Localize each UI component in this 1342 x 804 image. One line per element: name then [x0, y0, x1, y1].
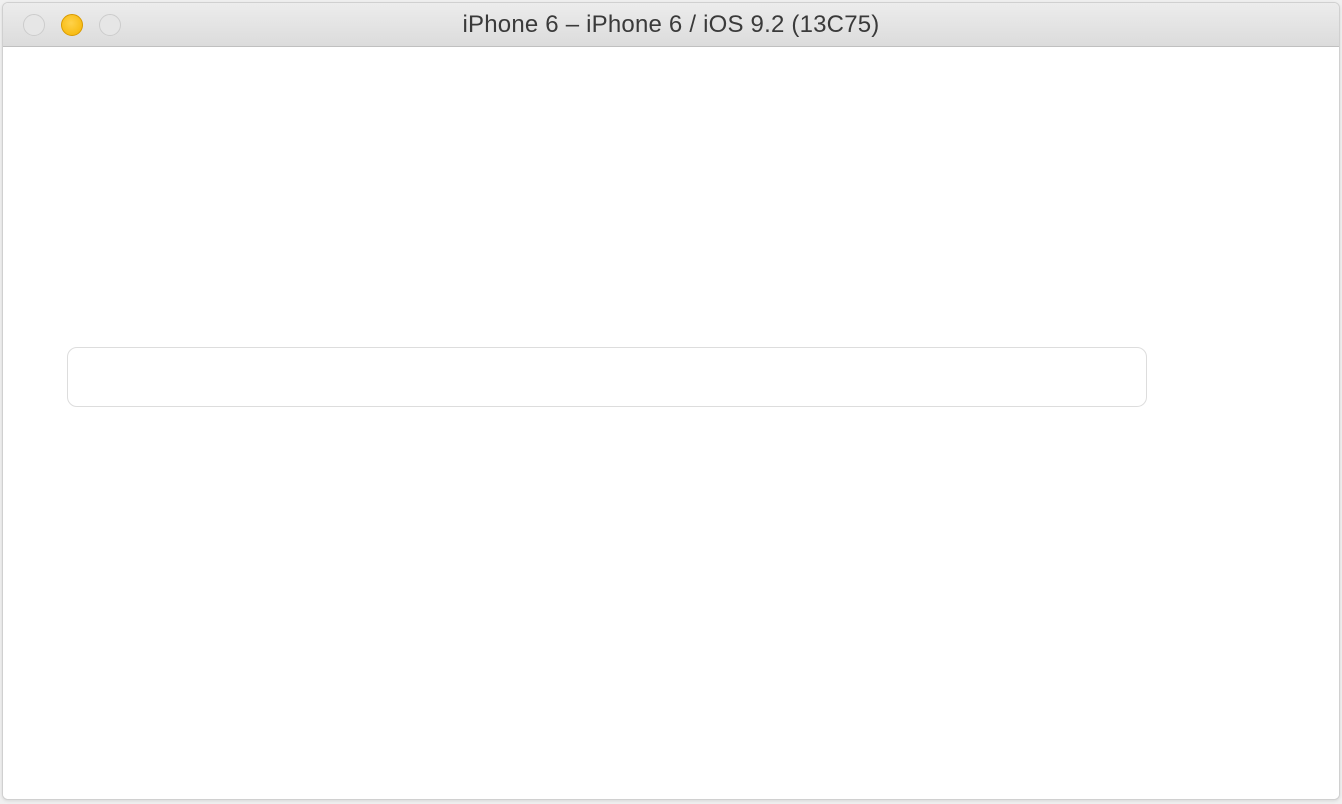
- close-window-button[interactable]: [23, 14, 45, 36]
- text-input[interactable]: [67, 347, 1147, 407]
- maximize-window-button[interactable]: [99, 14, 121, 36]
- traffic-lights: [3, 14, 121, 36]
- titlebar: iPhone 6 – iPhone 6 / iOS 9.2 (13C75): [3, 3, 1339, 47]
- minimize-window-button[interactable]: [61, 14, 83, 36]
- window-title: iPhone 6 – iPhone 6 / iOS 9.2 (13C75): [3, 11, 1339, 39]
- simulator-screen: [3, 47, 1339, 799]
- simulator-window: iPhone 6 – iPhone 6 / iOS 9.2 (13C75): [2, 2, 1340, 800]
